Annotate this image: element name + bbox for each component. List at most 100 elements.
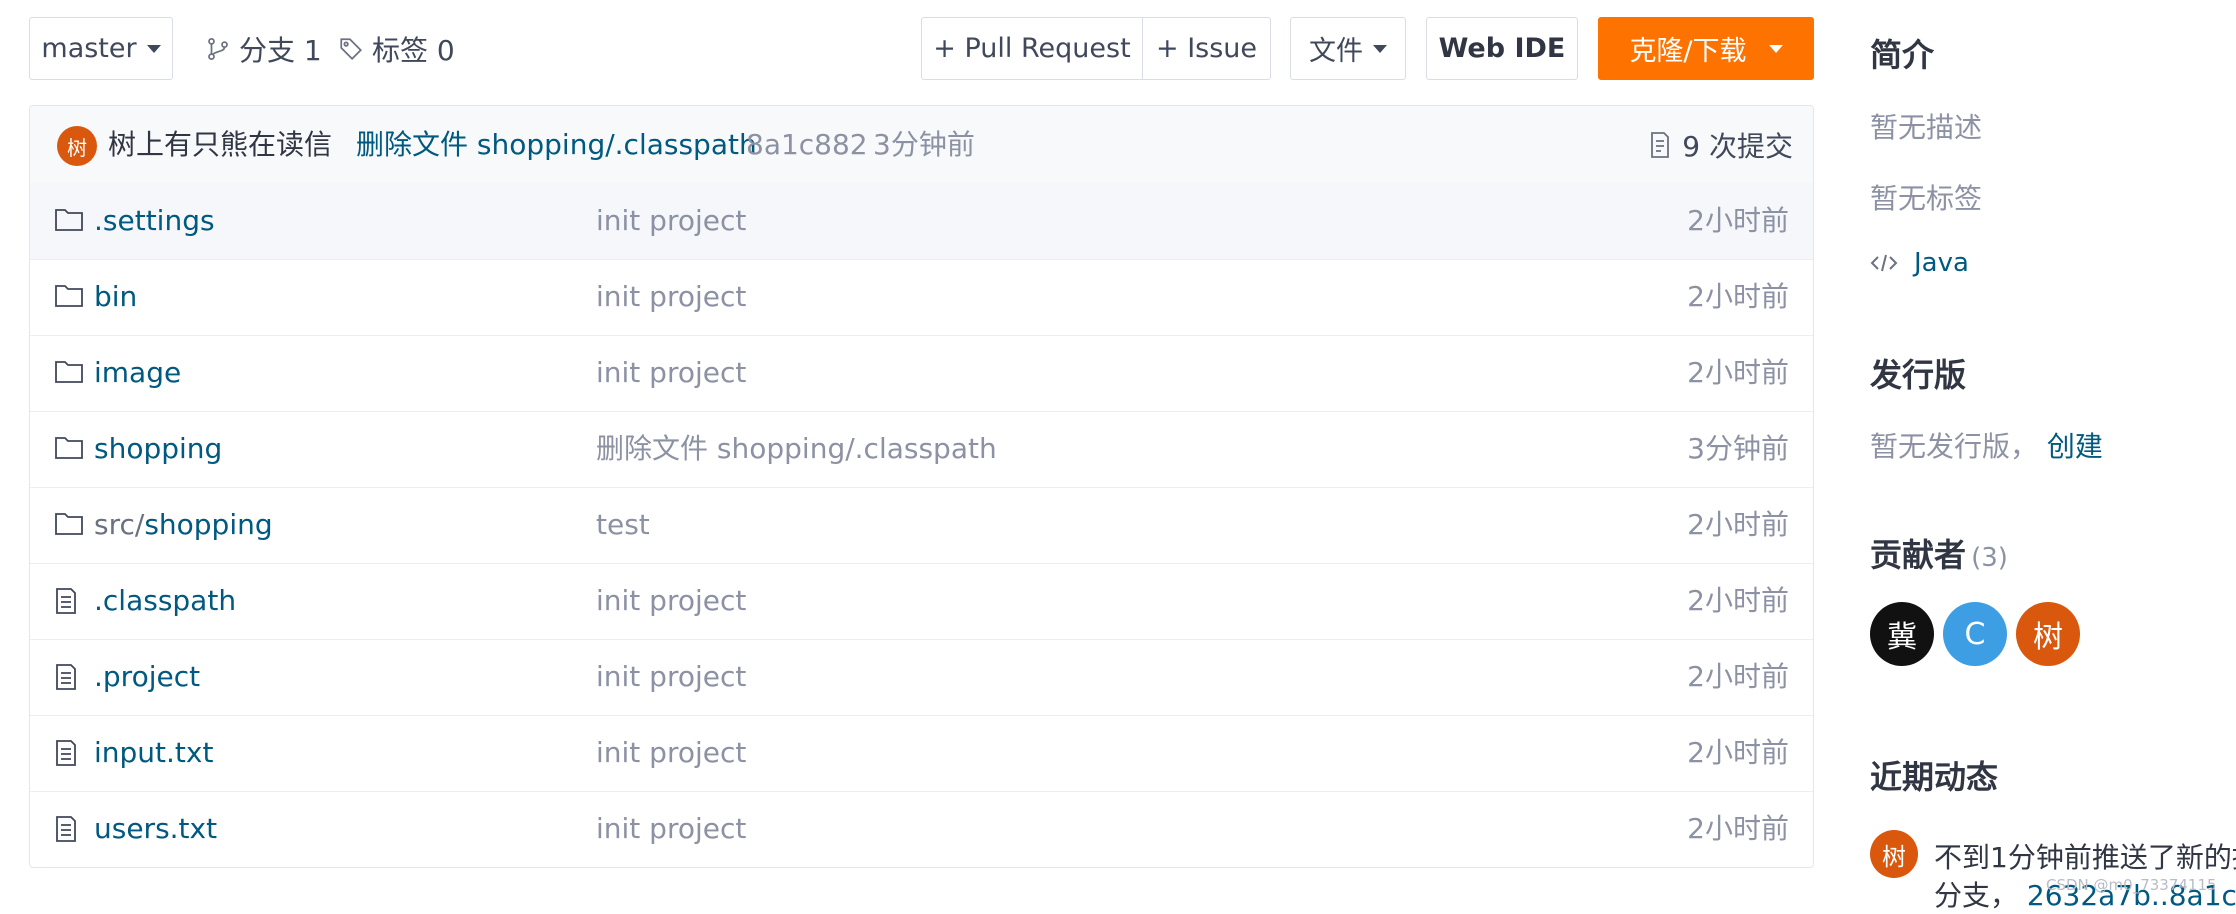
- contributors-count: (3): [1971, 543, 2008, 573]
- file-row[interactable]: src/shopping test 2小时前: [30, 487, 1813, 564]
- branch-icon: [208, 37, 228, 60]
- intro-title: 简介: [1870, 36, 1935, 74]
- commit-author-avatar[interactable]: 树: [57, 126, 97, 166]
- file-commit-message-link[interactable]: init project: [596, 791, 746, 867]
- file-name-link[interactable]: .settings: [94, 183, 215, 259]
- commit-time: 3分钟前: [873, 128, 975, 161]
- avatar-char: C: [1964, 616, 1986, 652]
- activity-avatar[interactable]: 树: [1870, 830, 1918, 878]
- folder-icon: [54, 283, 84, 313]
- language-item[interactable]: Java: [1870, 248, 1969, 278]
- file-commit-time: 3分钟前: [1687, 432, 1789, 465]
- commit-message-link[interactable]: 删除文件 shopping/.classpath: [356, 106, 757, 183]
- file-row[interactable]: bin init project 2小时前: [30, 259, 1813, 336]
- file-name-link[interactable]: .classpath: [94, 563, 236, 639]
- latest-commit-bar: 树 树上有只熊在读信 删除文件 shopping/.classpath 8a1c…: [30, 106, 1813, 184]
- avatar-char: 冀: [1887, 620, 1917, 655]
- branches-link[interactable]: 分支 1: [205, 17, 322, 80]
- file-row[interactable]: shopping 删除文件 shopping/.classpath 3分钟前: [30, 411, 1813, 488]
- language-label: Java: [1914, 248, 1969, 278]
- file-row[interactable]: users.txt init project 2小时前: [30, 791, 1813, 867]
- chevron-down-icon: [146, 44, 161, 53]
- commits-icon: [1651, 131, 1670, 158]
- file-name-link[interactable]: shopping: [94, 411, 222, 487]
- commit-hash[interactable]: 8a1c882: [746, 106, 868, 183]
- activity-title: 近期动态: [1870, 758, 1999, 796]
- file-commit-message-link[interactable]: init project: [596, 259, 746, 335]
- file-commit-time: 2小时前: [1687, 584, 1789, 617]
- file-menu-label: 文件: [1309, 36, 1363, 67]
- file-name: shopping: [94, 432, 223, 465]
- web-ide-label: Web IDE: [1438, 33, 1566, 64]
- clone-download-button[interactable]: 克隆/下载: [1598, 17, 1814, 80]
- file-commit-time: 2小时前: [1687, 660, 1789, 693]
- activity-branch-prefix: 分支，: [1934, 879, 2019, 912]
- file-commit-message-link[interactable]: init project: [596, 335, 746, 411]
- commit-count-link[interactable]: 9 次提交: [1648, 106, 1793, 183]
- file-commit-time: 2小时前: [1687, 812, 1789, 845]
- no-tags-text: 暂无标签: [1870, 182, 1983, 215]
- no-releases-text: 暂无发行版，: [1870, 430, 2039, 463]
- file-name-link[interactable]: image: [94, 335, 181, 411]
- watermark: CSDN @m0_73374115: [2046, 876, 2217, 894]
- file-icon: [54, 815, 78, 847]
- file-commit-message-link[interactable]: init project: [596, 715, 746, 791]
- file-row[interactable]: input.txt init project 2小时前: [30, 715, 1813, 792]
- file-icon: [54, 663, 78, 695]
- file-commit-time: 2小时前: [1687, 508, 1789, 541]
- file-row[interactable]: .settings init project 2小时前: [30, 183, 1813, 260]
- branch-label: master: [41, 33, 137, 64]
- file-name-link[interactable]: .project: [94, 639, 200, 715]
- file-name: image: [94, 356, 182, 389]
- file-commit-time: 2小时前: [1687, 280, 1789, 313]
- folder-icon: [54, 435, 84, 465]
- file-commit-time: 2小时前: [1687, 736, 1789, 769]
- file-row[interactable]: .classpath init project 2小时前: [30, 563, 1813, 640]
- issue-label: + Issue: [1155, 33, 1258, 64]
- folder-icon: [54, 511, 84, 541]
- file-path-prefix: src/: [94, 508, 145, 541]
- tag-icon: [340, 37, 362, 60]
- code-icon: [1870, 254, 1898, 272]
- file-name: .classpath: [94, 584, 237, 617]
- file-row[interactable]: image init project 2小时前: [30, 335, 1813, 412]
- file-name-link[interactable]: bin: [94, 259, 137, 335]
- file-row[interactable]: .project init project 2小时前: [30, 639, 1813, 716]
- chevron-down-icon: [1768, 44, 1783, 53]
- file-name: bin: [94, 280, 138, 313]
- create-release-link[interactable]: 创建: [2047, 430, 2103, 463]
- file-name: .project: [94, 660, 201, 693]
- clone-download-label: 克隆/下载: [1629, 36, 1747, 67]
- releases-title: 发行版: [1870, 356, 1967, 394]
- contributors-heading: 贡献者 (3): [1870, 530, 2008, 576]
- avatar-char: 树: [2033, 620, 2063, 655]
- pull-request-button[interactable]: + Pull Request: [921, 17, 1143, 80]
- file-commit-message-link[interactable]: init project: [596, 183, 746, 259]
- file-name-link[interactable]: src/shopping: [94, 487, 273, 563]
- file-menu-button[interactable]: 文件: [1290, 17, 1406, 80]
- web-ide-button[interactable]: Web IDE: [1426, 17, 1578, 80]
- file-icon: [54, 587, 78, 619]
- file-commit-message-link[interactable]: init project: [596, 563, 746, 639]
- contributor-avatar[interactable]: 冀: [1870, 602, 1934, 666]
- contributors-title: 贡献者: [1870, 536, 1967, 574]
- file-commit-time: 2小时前: [1687, 204, 1789, 237]
- chevron-down-icon: [1373, 44, 1387, 53]
- commit-author[interactable]: 树上有只熊在读信: [108, 106, 332, 183]
- file-commit-message-link[interactable]: 删除文件 shopping/.classpath: [596, 411, 997, 487]
- contributor-avatar[interactable]: C: [1943, 602, 2007, 666]
- folder-icon: [54, 207, 84, 237]
- file-name-link[interactable]: users.txt: [94, 791, 217, 867]
- file-commit-message-link[interactable]: init project: [596, 639, 746, 715]
- issue-button[interactable]: + Issue: [1142, 17, 1271, 80]
- file-icon: [54, 739, 78, 771]
- tags-link[interactable]: 标签 0: [338, 17, 455, 80]
- tags-label: 标签 0: [372, 33, 455, 67]
- pull-request-label: + Pull Request: [933, 33, 1131, 64]
- file-commit-time: 2小时前: [1687, 356, 1789, 389]
- file-name-link[interactable]: input.txt: [94, 715, 213, 791]
- file-commit-message-link[interactable]: test: [596, 487, 650, 563]
- contributor-avatar[interactable]: 树: [2016, 602, 2080, 666]
- branch-select[interactable]: master: [29, 17, 173, 80]
- file-list-panel: 树 树上有只熊在读信 删除文件 shopping/.classpath 8a1c…: [29, 105, 1814, 868]
